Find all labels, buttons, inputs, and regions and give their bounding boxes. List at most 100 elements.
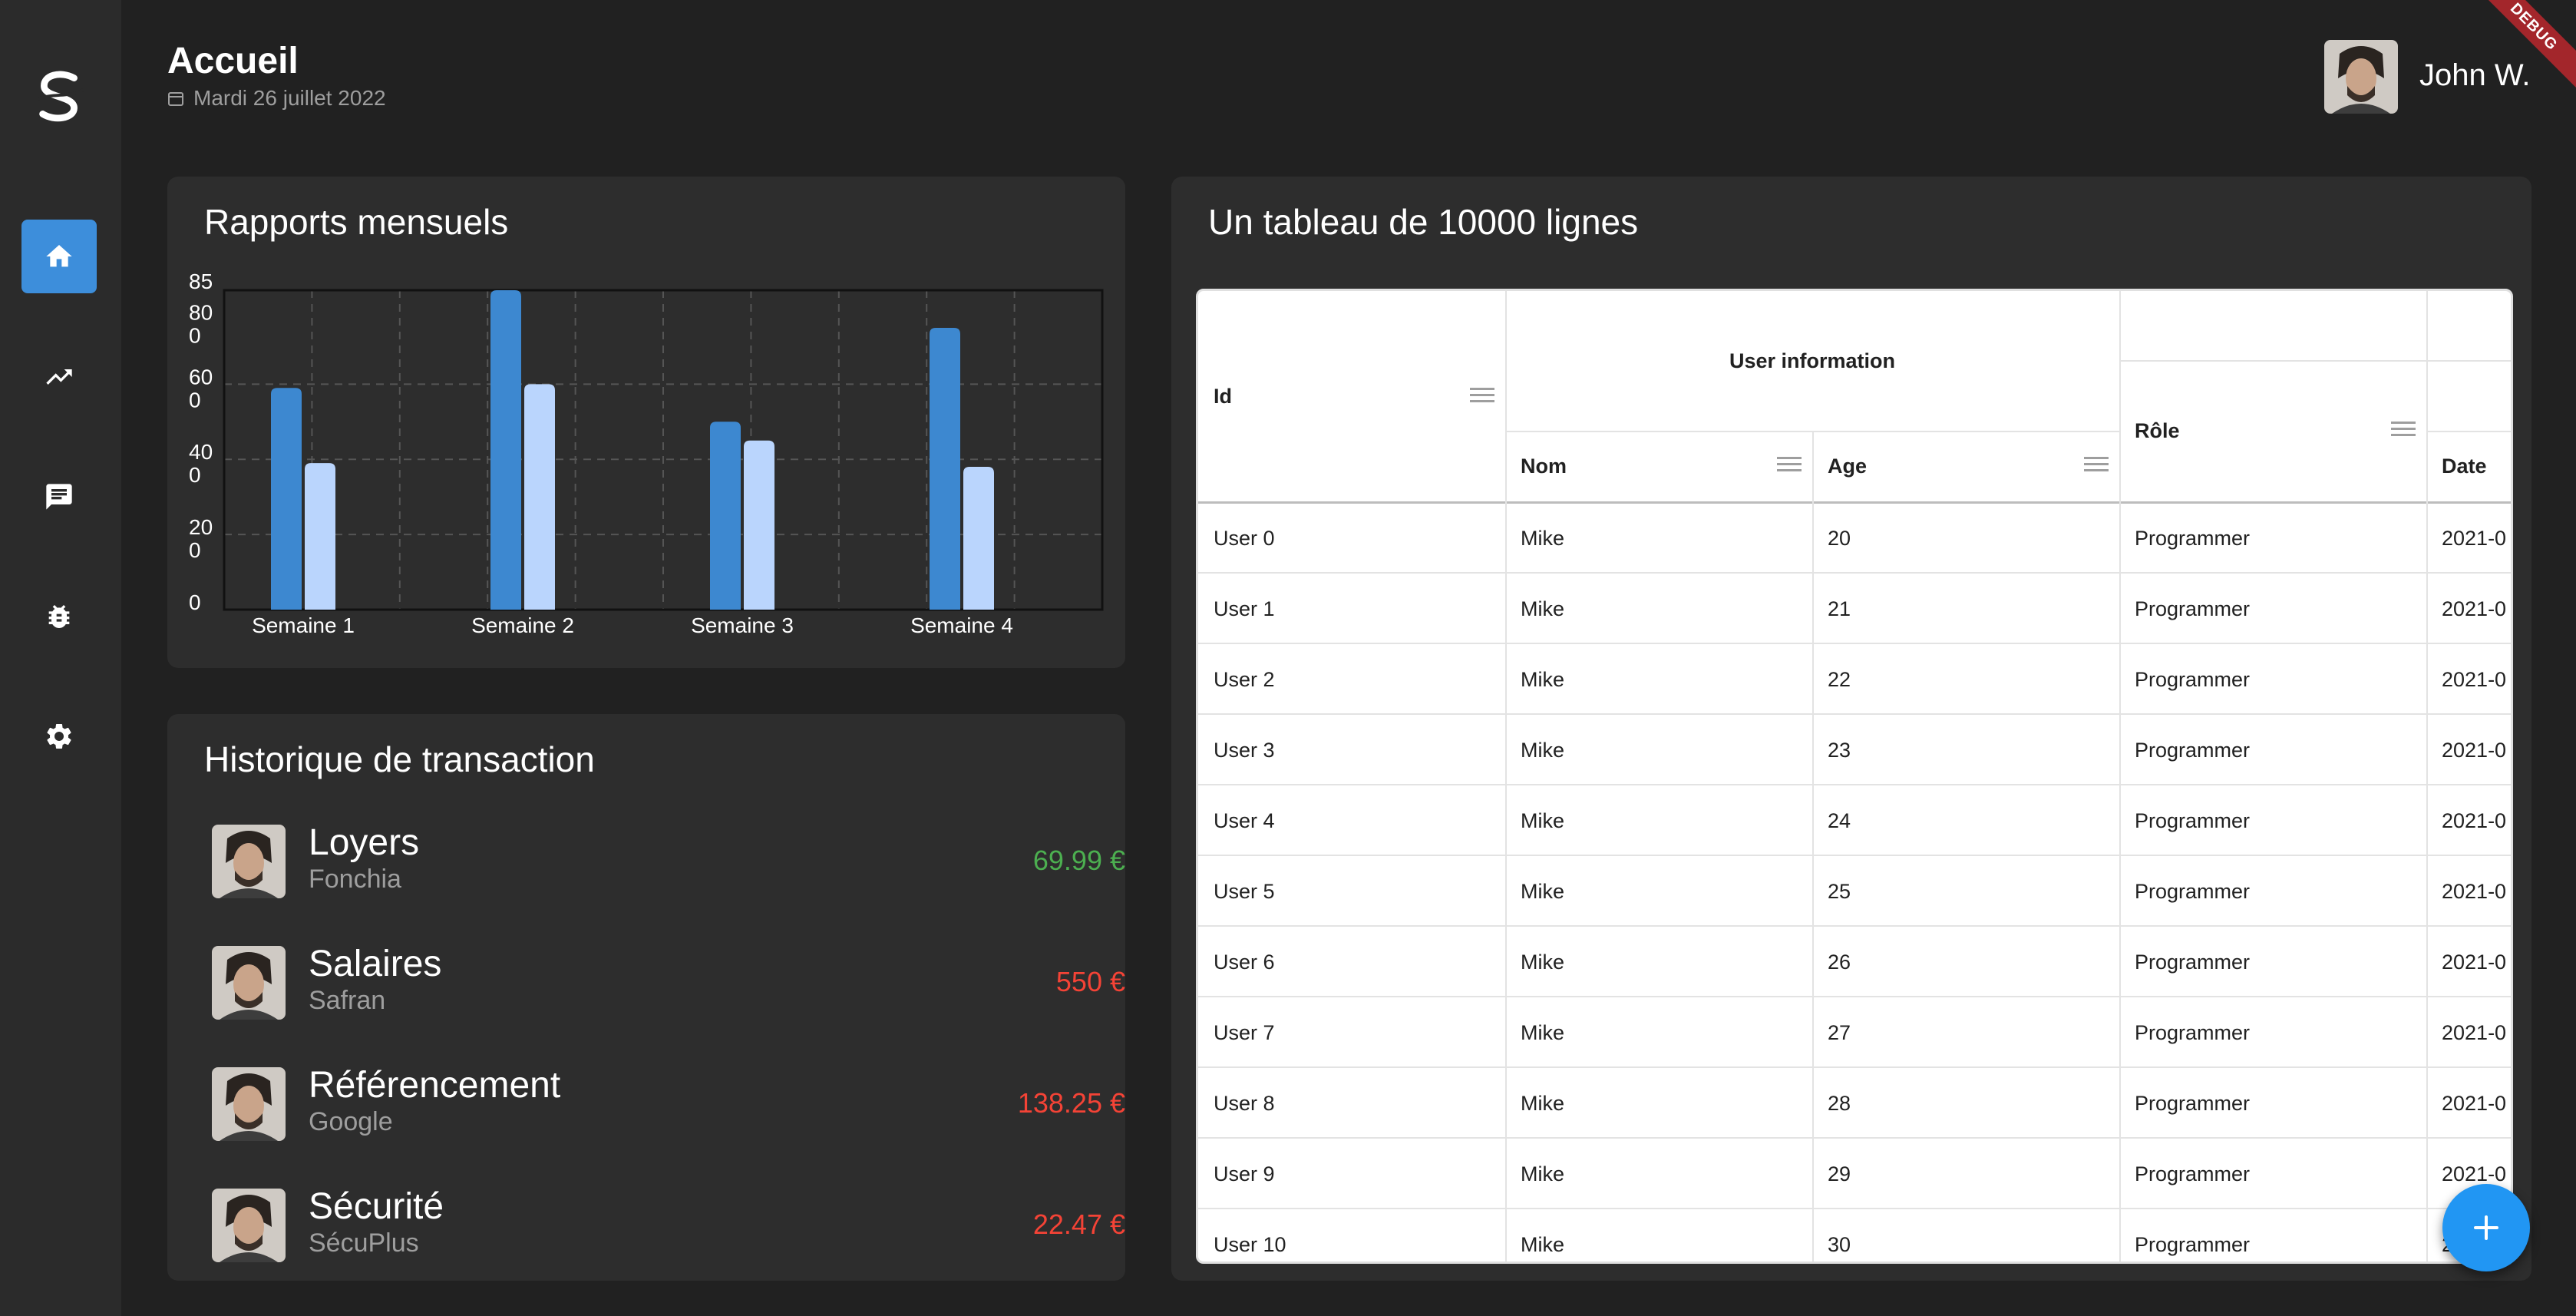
- table-cell-age[interactable]: 30: [1812, 1209, 2119, 1261]
- transaction-title: Sécurité: [309, 1186, 444, 1227]
- date-text: Mardi 26 juillet 2022: [193, 86, 386, 110]
- table-cell-id[interactable]: User 7: [1198, 997, 1505, 1068]
- table-cell-id[interactable]: User 1: [1198, 574, 1505, 644]
- table-cell-name[interactable]: Mike: [1505, 715, 1812, 785]
- table-cell-date[interactable]: 2021-0: [2426, 856, 2511, 927]
- table-cell-role[interactable]: Programmer: [2119, 856, 2426, 927]
- table-cell-age[interactable]: 21: [1812, 574, 2119, 644]
- chat-icon: [46, 484, 72, 510]
- column-header-id[interactable]: Id: [1198, 291, 1505, 501]
- sidebar-item-stats[interactable]: [21, 340, 97, 414]
- y-tick-label: 80: [189, 300, 213, 324]
- avatar-icon: [2324, 40, 2398, 114]
- table-cell-age[interactable]: 25: [1812, 856, 2119, 927]
- table-cell-role[interactable]: Programmer: [2119, 644, 2426, 715]
- table-cell-name[interactable]: Mike: [1505, 785, 1812, 856]
- table-cell-name[interactable]: Mike: [1505, 503, 1812, 574]
- table-cell-role[interactable]: Programmer: [2119, 997, 2426, 1068]
- table-cell-id[interactable]: User 9: [1198, 1139, 1505, 1209]
- avatar[interactable]: [2324, 40, 2398, 114]
- table-cell-name[interactable]: Mike: [1505, 1139, 1812, 1209]
- table-cell-id[interactable]: User 3: [1198, 715, 1505, 785]
- transaction-subtitle: Fonchia: [309, 865, 401, 894]
- table-cell-name[interactable]: Mike: [1505, 1209, 1812, 1261]
- sidebar-item-debug[interactable]: [21, 580, 97, 653]
- table-cell-name[interactable]: Mike: [1505, 1068, 1812, 1139]
- y-tick-label: 0: [189, 388, 201, 412]
- column-menu-icon[interactable]: [1777, 457, 1802, 472]
- page-title: Accueil: [167, 41, 299, 81]
- table-cell-name[interactable]: Mike: [1505, 644, 1812, 715]
- table-cell-role[interactable]: Programmer: [2119, 1209, 2426, 1261]
- y-tick-label: 0: [189, 323, 201, 347]
- table-cell-age[interactable]: 23: [1812, 715, 2119, 785]
- table-cell-role[interactable]: Programmer: [2119, 503, 2426, 574]
- sidebar-item-messages[interactable]: [21, 460, 97, 534]
- column-menu-icon[interactable]: [2391, 422, 2416, 437]
- table-cell-date[interactable]: 2021-0: [2426, 503, 2511, 574]
- x-tick-label: Semaine 2: [471, 613, 574, 637]
- table-cell-age[interactable]: 28: [1812, 1068, 2119, 1139]
- transaction-item[interactable]: Loyers Fonchia 69.99 €: [212, 820, 1125, 904]
- transaction-subtitle: Google: [309, 1107, 393, 1136]
- table-cell-name[interactable]: Mike: [1505, 997, 1812, 1068]
- column-group-user-info: User information: [1729, 349, 1896, 372]
- column-header-role[interactable]: Rôle: [2119, 360, 2426, 501]
- column-header-date[interactable]: Date: [2426, 431, 2511, 501]
- page-date: Mardi 26 juillet 2022: [167, 86, 386, 111]
- y-tick-label: 0: [189, 590, 201, 614]
- column-header-name[interactable]: Nom: [1505, 431, 1812, 501]
- table-cell-id[interactable]: User 5: [1198, 856, 1505, 927]
- table-cell-age[interactable]: 22: [1812, 644, 2119, 715]
- table-cell-id[interactable]: User 0: [1198, 503, 1505, 574]
- table-cell-id[interactable]: User 8: [1198, 1068, 1505, 1139]
- home-icon: [46, 245, 72, 267]
- table-cell-role[interactable]: Programmer: [2119, 1139, 2426, 1209]
- table-cell-date[interactable]: 2021-0: [2426, 574, 2511, 644]
- transaction-item[interactable]: Salaires Safran 550 €: [212, 941, 1125, 1026]
- column-header-age[interactable]: Age: [1812, 431, 2119, 501]
- sidebar-item-settings[interactable]: [21, 699, 97, 773]
- table-cell-name[interactable]: Mike: [1505, 574, 1812, 644]
- plus-icon: [2474, 1215, 2498, 1240]
- table-cell-role[interactable]: Programmer: [2119, 785, 2426, 856]
- table-cell-date[interactable]: 2021-0: [2426, 644, 2511, 715]
- sidebar-item-home[interactable]: [21, 220, 97, 293]
- user-name[interactable]: John W.: [2419, 58, 2531, 93]
- transaction-amount: 138.25 €: [1017, 1087, 1125, 1119]
- add-button[interactable]: [2442, 1184, 2530, 1271]
- table-cell-date[interactable]: 2021-0: [2426, 997, 2511, 1068]
- transaction-item[interactable]: Sécurité SécuPlus 22.47 €: [212, 1184, 1125, 1268]
- table-cell-id[interactable]: User 2: [1198, 644, 1505, 715]
- table-cell-role[interactable]: Programmer: [2119, 1068, 2426, 1139]
- bar: [271, 388, 302, 610]
- transaction-title: Loyers: [309, 822, 420, 863]
- table-cell-id[interactable]: User 6: [1198, 927, 1505, 997]
- table-cell-name[interactable]: Mike: [1505, 856, 1812, 927]
- bar: [710, 422, 741, 610]
- table-cell-name[interactable]: Mike: [1505, 927, 1812, 997]
- table-cell-date[interactable]: 2021-0: [2426, 715, 2511, 785]
- trending-up-icon: [46, 369, 72, 385]
- table-cell-age[interactable]: 29: [1812, 1139, 2119, 1209]
- divider: [2119, 360, 2511, 362]
- table-cell-age[interactable]: 24: [1812, 785, 2119, 856]
- table-cell-age[interactable]: 20: [1812, 503, 2119, 574]
- column-menu-icon[interactable]: [1470, 388, 1494, 403]
- table-cell-age[interactable]: 26: [1812, 927, 2119, 997]
- transaction-amount: 22.47 €: [1032, 1209, 1125, 1240]
- table-cell-role[interactable]: Programmer: [2119, 574, 2426, 644]
- table-cell-date[interactable]: 2021-0: [2426, 927, 2511, 997]
- table-cell-role[interactable]: Programmer: [2119, 927, 2426, 997]
- avatar: [212, 825, 286, 898]
- table-cell-age[interactable]: 27: [1812, 997, 2119, 1068]
- x-tick-label: Semaine 3: [691, 613, 794, 637]
- table-cell-id[interactable]: User 4: [1198, 785, 1505, 856]
- table-cell-id[interactable]: User 10: [1198, 1209, 1505, 1261]
- table-cell-role[interactable]: Programmer: [2119, 715, 2426, 785]
- table-cell-date[interactable]: 2021-0: [2426, 1068, 2511, 1139]
- transaction-item[interactable]: Référencement Google 138.25 €: [212, 1063, 1125, 1147]
- column-menu-icon[interactable]: [2084, 457, 2109, 472]
- bug-icon: [48, 605, 70, 628]
- table-cell-date[interactable]: 2021-0: [2426, 785, 2511, 856]
